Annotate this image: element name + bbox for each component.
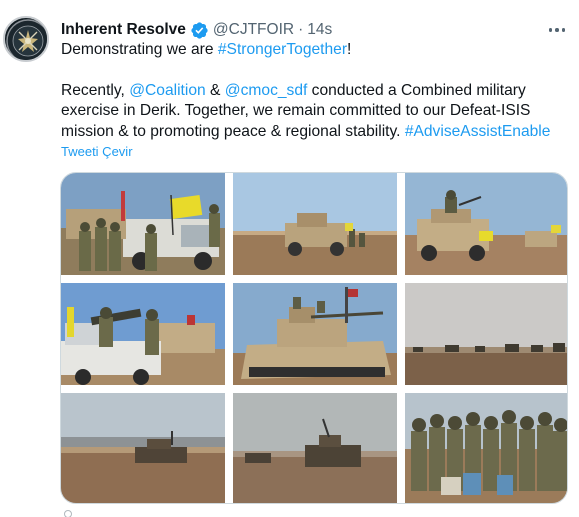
photo-8[interactable] [233,393,397,503]
hashtag-adviseassistenable[interactable]: #AdviseAssistEnable [405,123,551,140]
photo-7[interactable] [61,393,225,503]
more-options-icon[interactable] [544,20,570,40]
tweet-line-1: Demonstrating we are #StrongerTogether! [61,40,571,61]
cjtf-emblem-icon [6,19,47,60]
tweet-card[interactable]: Inherent Resolve @CJTFOIR · 14s Demonstr… [0,0,579,517]
photo-5[interactable] [233,283,397,385]
verified-badge-icon [191,21,208,39]
tweet-text-prefix: Demonstrating we are [61,41,218,58]
tweet-text-and: & [205,81,225,99]
tweet-text: Demonstrating we are #StrongerTogether! … [61,40,571,142]
header-separator: · [298,21,304,38]
photo-4[interactable] [61,283,225,385]
mention-coalition[interactable]: @Coalition [129,82,206,99]
author-name[interactable]: Inherent Resolve [61,21,186,39]
mention-cmoc-sdf[interactable]: @cmoc_sdf [225,82,308,99]
photo-grid [60,172,568,504]
tweet-timestamp[interactable]: 14s [307,21,332,39]
author-handle[interactable]: @CJTFOIR [213,21,294,39]
photo-3[interactable] [405,173,567,275]
photo-9[interactable] [405,393,567,503]
photo-1[interactable] [61,173,225,275]
reply-icon[interactable] [64,510,72,517]
hashtag-strongertogether[interactable]: #StrongerTogether [218,41,347,58]
author-avatar[interactable] [3,16,49,62]
tweet-header: Inherent Resolve @CJTFOIR · 14s [61,19,332,41]
photo-2[interactable] [233,173,397,275]
tweet-text-suffix: ! [347,41,352,58]
paragraph-spacer [61,61,571,81]
photo-6[interactable] [405,283,567,385]
tweet-paragraph-2: Recently, @Coalition & @cmoc_sdf conduct… [61,81,571,143]
translate-tweet-link[interactable]: Tweeti Çevir [61,144,133,159]
tweet-text-recently: Recently, [61,81,130,99]
